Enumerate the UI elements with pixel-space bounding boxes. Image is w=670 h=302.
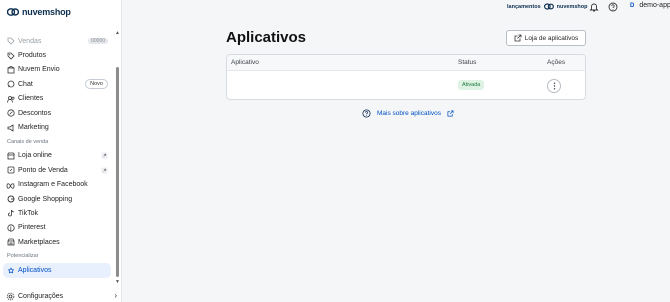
help-icon[interactable] (608, 2, 618, 12)
sidebar-item-label: Vendas (18, 37, 42, 45)
sidebar-item-loja-online[interactable]: Loja online (0, 149, 114, 163)
apps-icon (6, 266, 15, 275)
launches-label: lançamentos (507, 3, 541, 10)
sidebar-item-vendas[interactable]: Vendas 00000 (0, 34, 114, 48)
sidebar-item-ponto-de-venda[interactable]: Ponto de Venda (0, 163, 114, 177)
sidebar-item-nuvem-envio[interactable]: Nuvem Envio (0, 63, 114, 77)
tiktok-icon (6, 209, 15, 218)
avatar: D (630, 2, 635, 9)
help-circle-icon (362, 109, 371, 118)
external-link-icon[interactable] (101, 152, 108, 159)
google-icon (6, 195, 15, 204)
sales-count-badge: 00000 (88, 38, 108, 45)
brand-name: nuvemshop (22, 7, 71, 17)
megaphone-icon (6, 123, 15, 132)
column-header-acoes: Ações (547, 59, 566, 66)
brand-logo[interactable]: nuvemshop (7, 6, 71, 18)
app-store-button-label: Loja de aplicativos (524, 34, 579, 42)
sidebar-item-label: Instagram e Facebook (18, 181, 88, 189)
sidebar-item-google-shopping[interactable]: Google Shopping (0, 192, 114, 206)
box-icon (6, 65, 15, 74)
column-header-status: Status (458, 59, 477, 66)
sidebar-item-label: TikTok (18, 209, 38, 217)
more-vertical-icon (553, 82, 555, 90)
more-about-apps-link[interactable]: Mais sobre aplicativos (362, 109, 454, 118)
chat-icon (6, 80, 15, 89)
sidebar-item-label: Configurações (18, 292, 64, 300)
cloud-logo-icon (7, 8, 19, 16)
sidebar-item-label: Google Shopping (18, 195, 73, 203)
scroll-down-arrow-icon[interactable]: ▼ (115, 279, 120, 285)
sidebar-item-label: Chat (18, 80, 33, 88)
sidebar: nuvemshop Vendas 00000 Produtos Nuvem En… (0, 0, 122, 302)
user-name: demo-app (639, 2, 670, 9)
app-store-button[interactable]: Loja de aplicativos (506, 30, 586, 46)
section-title-potencializar: Potencializar (7, 253, 39, 260)
users-icon (6, 94, 15, 103)
sidebar-item-label: Clientes (18, 95, 44, 103)
sidebar-item-label: Marketing (18, 124, 49, 132)
page-title: Aplicativos (226, 29, 307, 46)
sidebar-item-marketplaces[interactable]: Marketplaces (0, 235, 114, 249)
user-menu[interactable]: D demo-app (630, 2, 670, 9)
chevron-right-icon: › (114, 291, 117, 300)
external-link-icon (447, 110, 454, 117)
pos-icon (6, 166, 15, 175)
sidebar-item-descontos[interactable]: Descontos (0, 106, 114, 120)
sidebar-item-instagram-facebook[interactable]: Instagram e Facebook (0, 178, 114, 192)
sidebar-item-label: Ponto de Venda (18, 166, 68, 174)
sidebar-item-configuracoes[interactable]: Configurações › (0, 290, 122, 302)
more-about-apps-label: Mais sobre aplicativos (377, 110, 441, 117)
external-link-icon[interactable] (101, 167, 108, 174)
marketplace-icon (6, 238, 15, 247)
new-badge: Novo (85, 79, 108, 90)
price-tag-icon (6, 51, 15, 60)
status-badge: Ativada (458, 80, 485, 90)
store-icon (6, 151, 15, 160)
sidebar-item-produtos[interactable]: Produtos (0, 48, 114, 62)
section-title-canais: Canais de venda (7, 138, 49, 145)
sidebar-item-clientes[interactable]: Clientes (0, 92, 114, 106)
launches-brand: nuvemshop (556, 3, 588, 10)
tag-icon (6, 37, 15, 46)
sidebar-item-marketing[interactable]: Marketing (0, 120, 114, 134)
sidebar-item-label: Produtos (18, 52, 47, 60)
sidebar-item-pinterest[interactable]: Pinterest (0, 221, 114, 235)
sidebar-item-label: Loja online (18, 152, 52, 160)
sidebar-item-tiktok[interactable]: TikTok (0, 206, 114, 220)
top-bar: lançamentos nuvemshop D demo-app (122, 0, 670, 16)
table-header: Aplicativo Status Ações (227, 55, 585, 71)
pinterest-icon (6, 223, 15, 232)
discount-icon (6, 109, 15, 118)
sidebar-item-label: Nuvem Envio (18, 66, 60, 74)
sidebar-nav: Vendas 00000 Produtos Nuvem Envio Chat N… (0, 34, 114, 278)
meta-icon (6, 180, 15, 189)
column-header-aplicativo: Aplicativo (231, 59, 259, 66)
apps-table: Aplicativo Status Ações Ativada (226, 54, 586, 100)
bell-icon[interactable] (589, 2, 599, 12)
gear-icon (6, 292, 15, 300)
external-link-icon (514, 34, 522, 42)
row-actions-button[interactable] (547, 79, 561, 93)
scroll-up-arrow-icon[interactable]: ▲ (115, 30, 120, 36)
sidebar-item-aplicativos[interactable]: Aplicativos (3, 263, 111, 278)
sidebar-item-label: Aplicativos (18, 267, 52, 275)
sidebar-scrollbar-thumb[interactable] (116, 67, 119, 277)
sidebar-item-label: Descontos (18, 109, 52, 117)
sidebar-item-chat[interactable]: Chat Novo (0, 77, 114, 91)
cloud-logo-icon (543, 3, 554, 10)
sidebar-item-label: Pinterest (18, 224, 46, 232)
launches-button[interactable]: lançamentos nuvemshop (507, 3, 588, 10)
sidebar-item-label: Marketplaces (18, 238, 60, 246)
